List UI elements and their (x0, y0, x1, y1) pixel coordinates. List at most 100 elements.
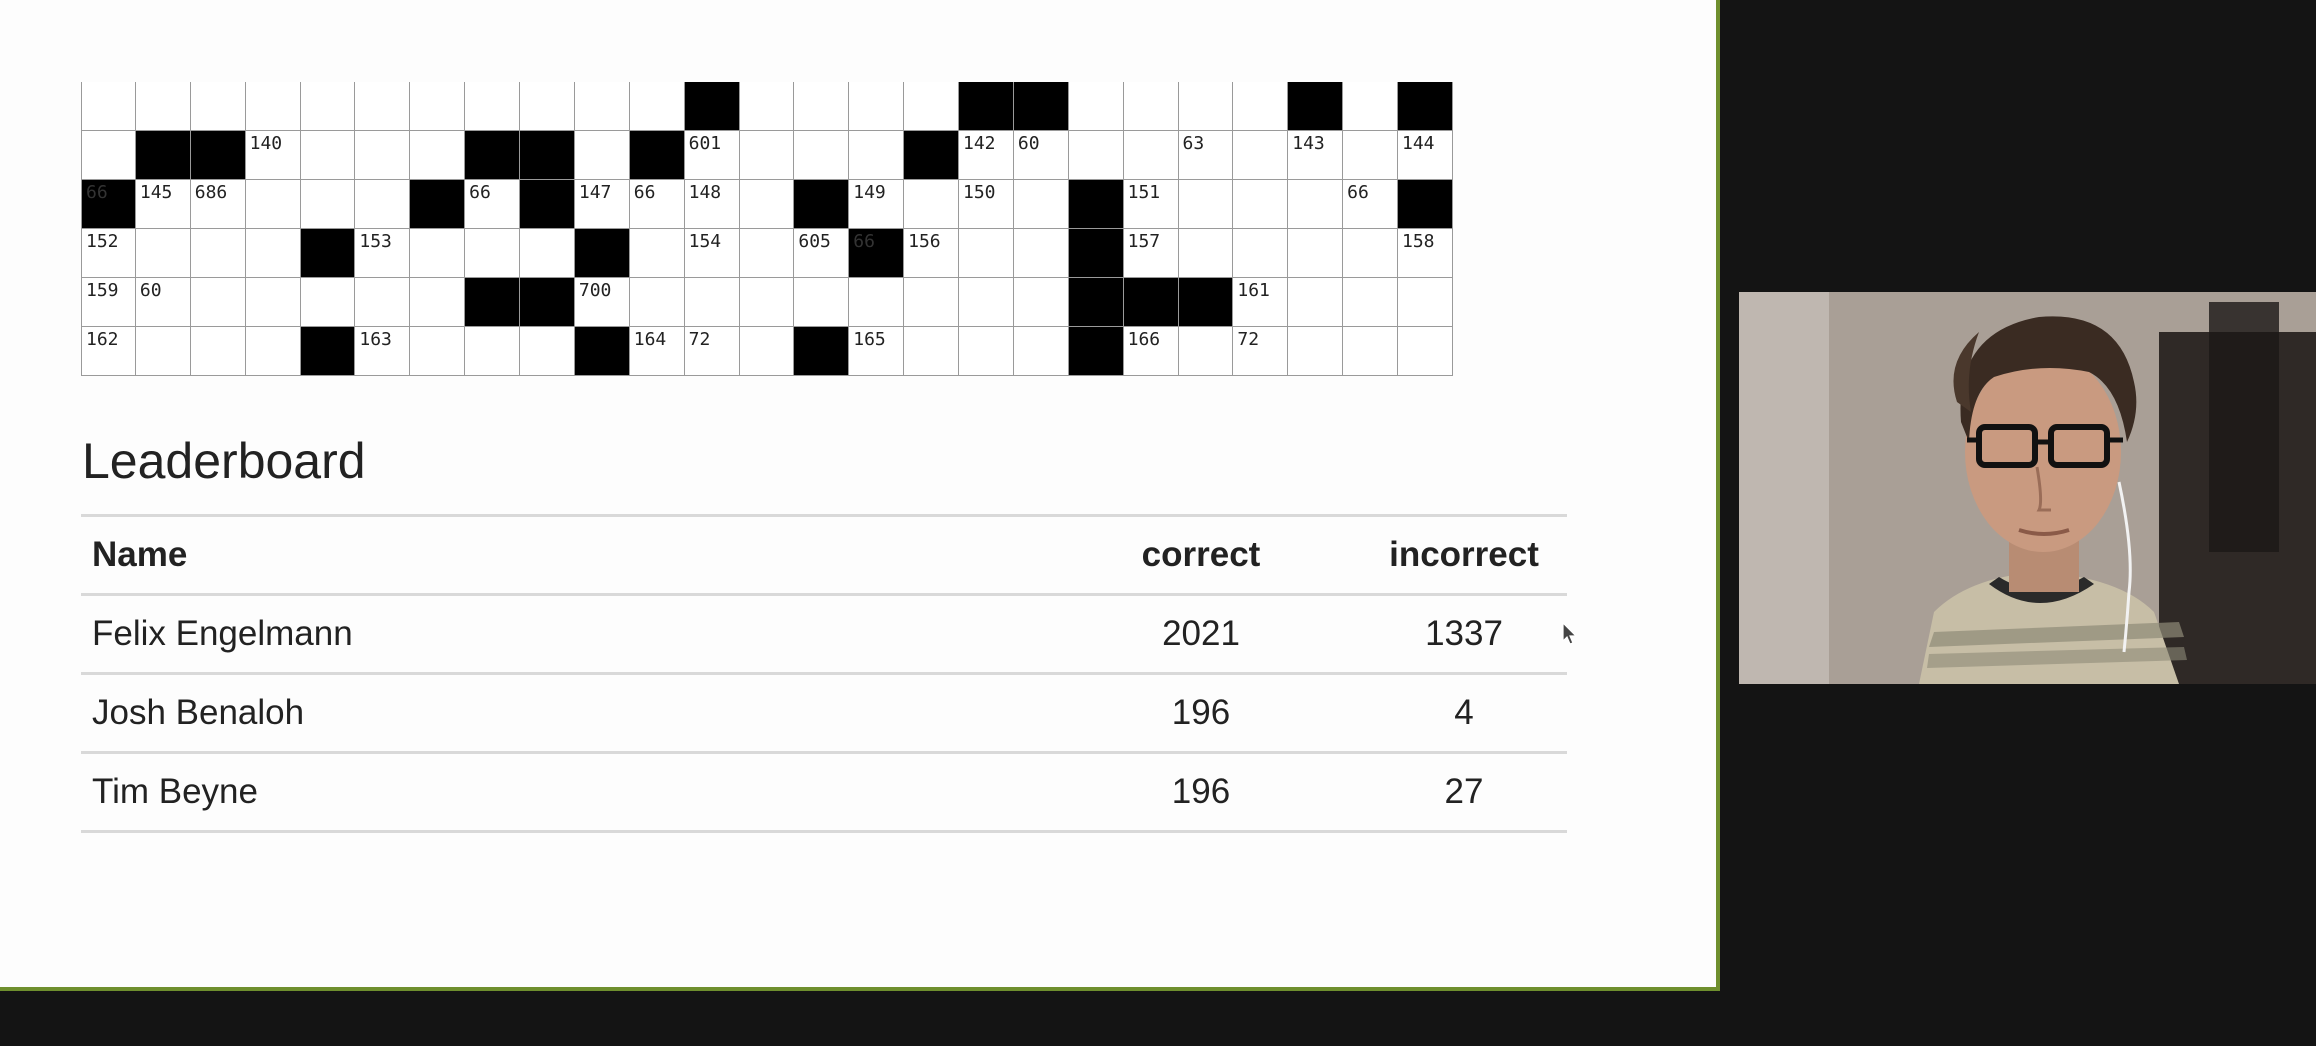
crossword-cell[interactable] (190, 82, 246, 131)
crossword-cell[interactable] (355, 278, 411, 327)
crossword-cell[interactable]: 159 (81, 278, 136, 327)
crossword-cell[interactable] (1233, 180, 1289, 229)
crossword-cell[interactable]: 161 (1233, 278, 1289, 327)
crossword-cell[interactable]: 140 (245, 131, 301, 180)
crossword-cell[interactable] (1123, 82, 1179, 131)
crossword-cell[interactable] (245, 82, 301, 131)
crossword-cell[interactable] (794, 82, 850, 131)
crossword-cell[interactable] (190, 327, 246, 376)
crossword-cell[interactable]: 156 (904, 229, 959, 278)
crossword-cell[interactable] (849, 82, 905, 131)
crossword-cell[interactable] (190, 229, 246, 278)
crossword-cell[interactable] (1233, 131, 1289, 180)
crossword-cell[interactable] (629, 229, 685, 278)
crossword-cell[interactable]: 142 (959, 131, 1014, 180)
crossword-cell[interactable] (81, 131, 136, 180)
crossword-cell[interactable] (1288, 278, 1344, 327)
crossword-cell[interactable] (959, 229, 1014, 278)
crossword-cell[interactable] (904, 278, 959, 327)
crossword-cell[interactable]: 601 (684, 131, 740, 180)
crossword-cell[interactable] (849, 278, 905, 327)
crossword-cell[interactable]: 145 (135, 180, 191, 229)
crossword-cell[interactable] (410, 327, 466, 376)
crossword-cell[interactable] (465, 327, 520, 376)
crossword-cell[interactable] (1178, 327, 1234, 376)
crossword-cell[interactable]: 66 (1343, 180, 1398, 229)
crossword-cell[interactable] (1013, 180, 1069, 229)
crossword-cell[interactable] (520, 229, 575, 278)
crossword-cell[interactable] (190, 278, 246, 327)
crossword-cell[interactable] (739, 327, 795, 376)
crossword-cell[interactable] (1178, 229, 1234, 278)
crossword-cell[interactable] (1288, 327, 1344, 376)
crossword-cell[interactable] (300, 180, 356, 229)
crossword-cell[interactable] (1013, 278, 1069, 327)
crossword-cell[interactable] (245, 229, 301, 278)
crossword-cell[interactable] (135, 327, 191, 376)
crossword-cell[interactable] (1233, 82, 1289, 131)
crossword-cell[interactable] (1343, 327, 1398, 376)
crossword-cell[interactable] (465, 82, 520, 131)
crossword-cell[interactable] (81, 82, 136, 131)
crossword-cell[interactable] (1288, 229, 1344, 278)
crossword-cell[interactable] (1013, 229, 1069, 278)
crossword-cell[interactable] (1398, 278, 1453, 327)
crossword-cell[interactable] (410, 278, 466, 327)
crossword-cell[interactable]: 158 (1398, 229, 1453, 278)
crossword-cell[interactable]: 150 (959, 180, 1014, 229)
crossword-cell[interactable] (1233, 229, 1289, 278)
crossword-cell[interactable]: 154 (684, 229, 740, 278)
crossword-cell[interactable]: 149 (849, 180, 905, 229)
crossword-cell[interactable]: 164 (629, 327, 685, 376)
crossword-cell[interactable] (355, 180, 411, 229)
crossword-cell[interactable] (465, 229, 520, 278)
crossword-cell[interactable] (959, 278, 1014, 327)
crossword-cell[interactable]: 148 (684, 180, 740, 229)
crossword-cell[interactable] (849, 131, 905, 180)
crossword-cell[interactable] (1343, 131, 1398, 180)
crossword-cell[interactable]: 165 (849, 327, 905, 376)
crossword-cell[interactable] (245, 278, 301, 327)
crossword-cell[interactable] (629, 278, 685, 327)
crossword-cell[interactable] (574, 82, 630, 131)
crossword-cell[interactable] (959, 327, 1014, 376)
crossword-cell[interactable]: 163 (355, 327, 411, 376)
crossword-cell[interactable] (300, 131, 356, 180)
crossword-cell[interactable]: 72 (1233, 327, 1289, 376)
crossword-cell[interactable] (1343, 82, 1398, 131)
crossword-cell[interactable] (1178, 180, 1234, 229)
crossword-cell[interactable] (794, 278, 850, 327)
crossword-cell[interactable] (300, 278, 356, 327)
crossword-cell[interactable]: 686 (190, 180, 246, 229)
crossword-cell[interactable] (739, 82, 795, 131)
crossword-cell[interactable]: 63 (1178, 131, 1234, 180)
crossword-cell[interactable] (684, 278, 740, 327)
crossword-cell[interactable]: 152 (81, 229, 136, 278)
crossword-cell[interactable] (904, 180, 959, 229)
crossword-cell[interactable] (410, 131, 466, 180)
crossword-cell[interactable] (1013, 327, 1069, 376)
crossword-cell[interactable] (300, 82, 356, 131)
crossword-cell[interactable] (1068, 82, 1124, 131)
crossword-cell[interactable] (355, 131, 411, 180)
crossword-cell[interactable] (410, 229, 466, 278)
crossword-cell[interactable] (1288, 180, 1344, 229)
crossword-cell[interactable] (904, 327, 959, 376)
crossword-cell[interactable] (1398, 327, 1453, 376)
crossword-cell[interactable] (574, 131, 630, 180)
crossword-cell[interactable]: 147 (574, 180, 630, 229)
crossword-cell[interactable] (1343, 229, 1398, 278)
crossword-cell[interactable] (1068, 131, 1124, 180)
crossword-cell[interactable]: 66 (629, 180, 685, 229)
crossword-cell[interactable]: 153 (355, 229, 411, 278)
crossword-cell[interactable]: 166 (1123, 327, 1179, 376)
crossword-cell[interactable]: 700 (574, 278, 630, 327)
crossword-cell[interactable] (135, 82, 191, 131)
crossword-cell[interactable]: 60 (1013, 131, 1069, 180)
crossword-cell[interactable]: 157 (1123, 229, 1179, 278)
crossword-cell[interactable]: 72 (684, 327, 740, 376)
crossword-cell[interactable] (1343, 278, 1398, 327)
crossword-cell[interactable] (410, 82, 466, 131)
crossword-cell[interactable] (355, 82, 411, 131)
crossword-cell[interactable] (520, 327, 575, 376)
